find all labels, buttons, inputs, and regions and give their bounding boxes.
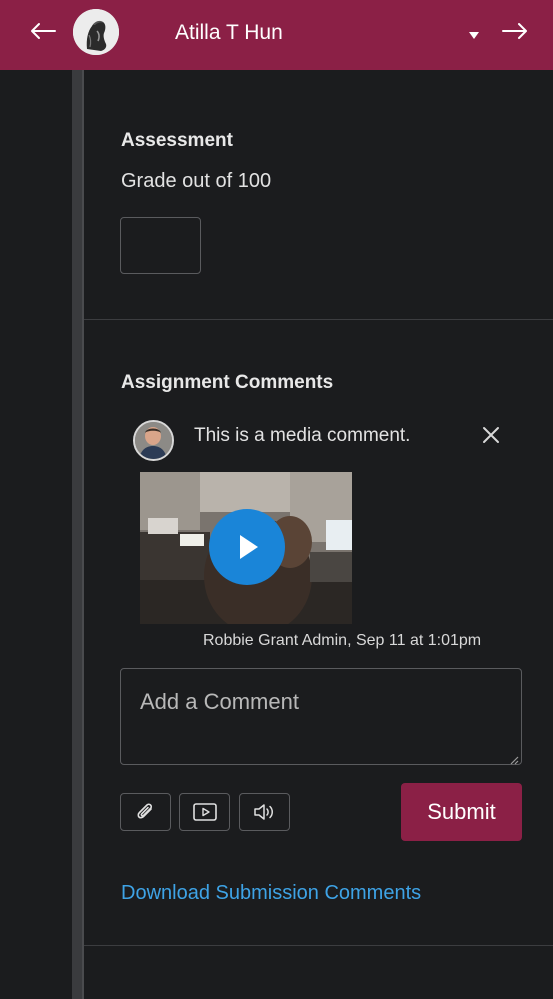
arrow-right-icon xyxy=(502,23,527,39)
close-icon xyxy=(483,427,499,443)
assignment-comments-heading: Assignment Comments xyxy=(121,372,334,393)
paperclip-icon xyxy=(137,803,152,819)
video-icon xyxy=(192,803,217,821)
caret-down-icon xyxy=(469,32,479,39)
left-panel xyxy=(0,70,72,999)
speedgrader-header: Atilla T Hun xyxy=(0,0,553,70)
student-avatar[interactable] xyxy=(73,9,119,55)
student-select-caret[interactable] xyxy=(468,28,480,46)
comment-author-date: Robbie Grant Admin, Sep 11 at 1:01pm xyxy=(203,632,482,649)
arrow-left-icon xyxy=(31,23,56,39)
section-divider xyxy=(84,319,553,320)
download-submission-comments-link[interactable]: Download Submission Comments xyxy=(121,882,421,905)
commenter-photo xyxy=(135,422,172,459)
attach-file-button[interactable] xyxy=(120,793,171,831)
submit-comment-button[interactable]: Submit xyxy=(401,783,522,841)
grade-label: Grade out of 100 xyxy=(121,170,272,192)
play-icon xyxy=(240,535,258,559)
panel-resize-handle[interactable] xyxy=(72,70,82,999)
assessment-heading: Assessment xyxy=(121,130,233,151)
speech-recognition-button[interactable] xyxy=(239,793,290,831)
resize-grip-icon xyxy=(510,756,519,765)
textarea-resize-grip[interactable] xyxy=(509,752,519,770)
student-portrait-image xyxy=(73,9,119,55)
commenter-avatar xyxy=(133,420,174,461)
next-student-button[interactable] xyxy=(498,14,532,48)
student-name[interactable]: Atilla T Hun xyxy=(175,21,283,45)
play-button[interactable] xyxy=(209,509,285,585)
add-comment-input[interactable] xyxy=(120,668,522,765)
comment-text: This is a media comment. xyxy=(194,425,411,446)
speaker-icon xyxy=(253,804,273,820)
media-comment-thumbnail[interactable] xyxy=(140,472,352,624)
section-divider-bottom xyxy=(84,945,553,946)
record-media-button[interactable] xyxy=(179,793,230,831)
delete-comment-button[interactable] xyxy=(480,424,502,446)
grade-input[interactable] xyxy=(120,217,201,274)
grading-panel: Assessment Grade out of 100 Assignment C… xyxy=(84,70,553,999)
previous-student-button[interactable] xyxy=(26,14,60,48)
